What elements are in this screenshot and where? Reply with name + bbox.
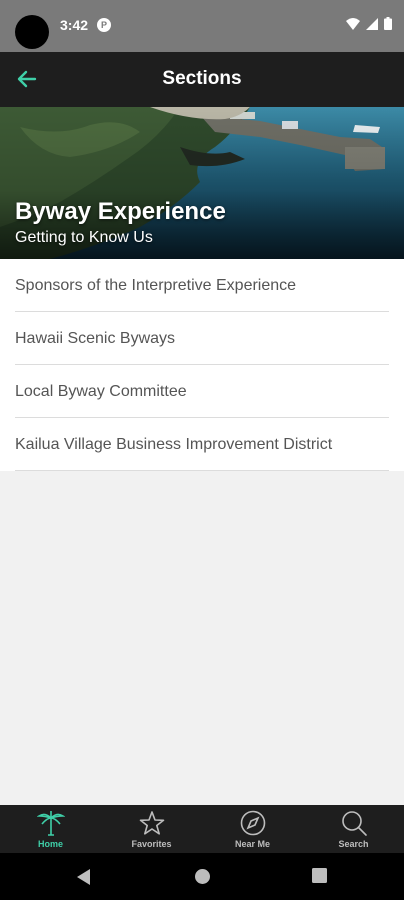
wifi-icon (346, 17, 360, 30)
system-navigation-bar (0, 853, 404, 900)
system-home-icon[interactable] (194, 868, 211, 885)
list-item[interactable]: Local Byway Committee (0, 365, 404, 418)
nav-search-label: Search (338, 839, 369, 849)
app-notification-icon: P (97, 18, 111, 32)
search-icon (341, 811, 367, 836)
camera-cutout (15, 15, 49, 49)
sections-list: Sponsors of the Interpretive Experience … (0, 259, 404, 471)
list-item[interactable]: Kailua Village Business Improvement Dist… (0, 418, 404, 471)
signal-icon (366, 17, 378, 30)
nav-favorites-label: Favorites (131, 839, 172, 849)
status-time: 3:42 (60, 17, 89, 33)
system-recents-icon[interactable] (312, 868, 327, 883)
nav-near-me-label: Near Me (234, 839, 270, 849)
hero-subtitle: Getting to Know Us (15, 229, 153, 246)
nav-favorites[interactable]: Favorites (101, 805, 202, 853)
list-item[interactable]: Sponsors of the Interpretive Experience (0, 259, 404, 312)
system-back-icon[interactable] (76, 868, 92, 886)
hero-banner: Byway Experience Getting to Know Us (0, 107, 404, 259)
list-item-label: Kailua Village Business Improvement Dist… (15, 435, 333, 453)
status-bar: 3:42 P (0, 0, 404, 52)
list-item-label: Local Byway Committee (15, 382, 187, 400)
hero-title: Byway Experience (15, 198, 226, 225)
nav-near-me[interactable]: Near Me (202, 805, 303, 853)
app-bar: Sections (0, 52, 404, 107)
bottom-nav: Home Favorites Near Me Search (0, 805, 404, 853)
nav-home-label: Home (37, 839, 63, 849)
nav-search[interactable]: Search (303, 805, 404, 853)
list-item-label: Sponsors of the Interpretive Experience (15, 276, 297, 294)
list-item[interactable]: Hawaii Scenic Byways (0, 312, 404, 365)
star-icon (139, 811, 164, 835)
nav-home[interactable]: Home (0, 805, 101, 853)
list-item-label: Hawaii Scenic Byways (15, 329, 176, 347)
palm-tree-icon (36, 811, 65, 836)
page-title: Sections (162, 68, 242, 89)
battery-icon (384, 17, 392, 30)
compass-icon (240, 810, 265, 836)
